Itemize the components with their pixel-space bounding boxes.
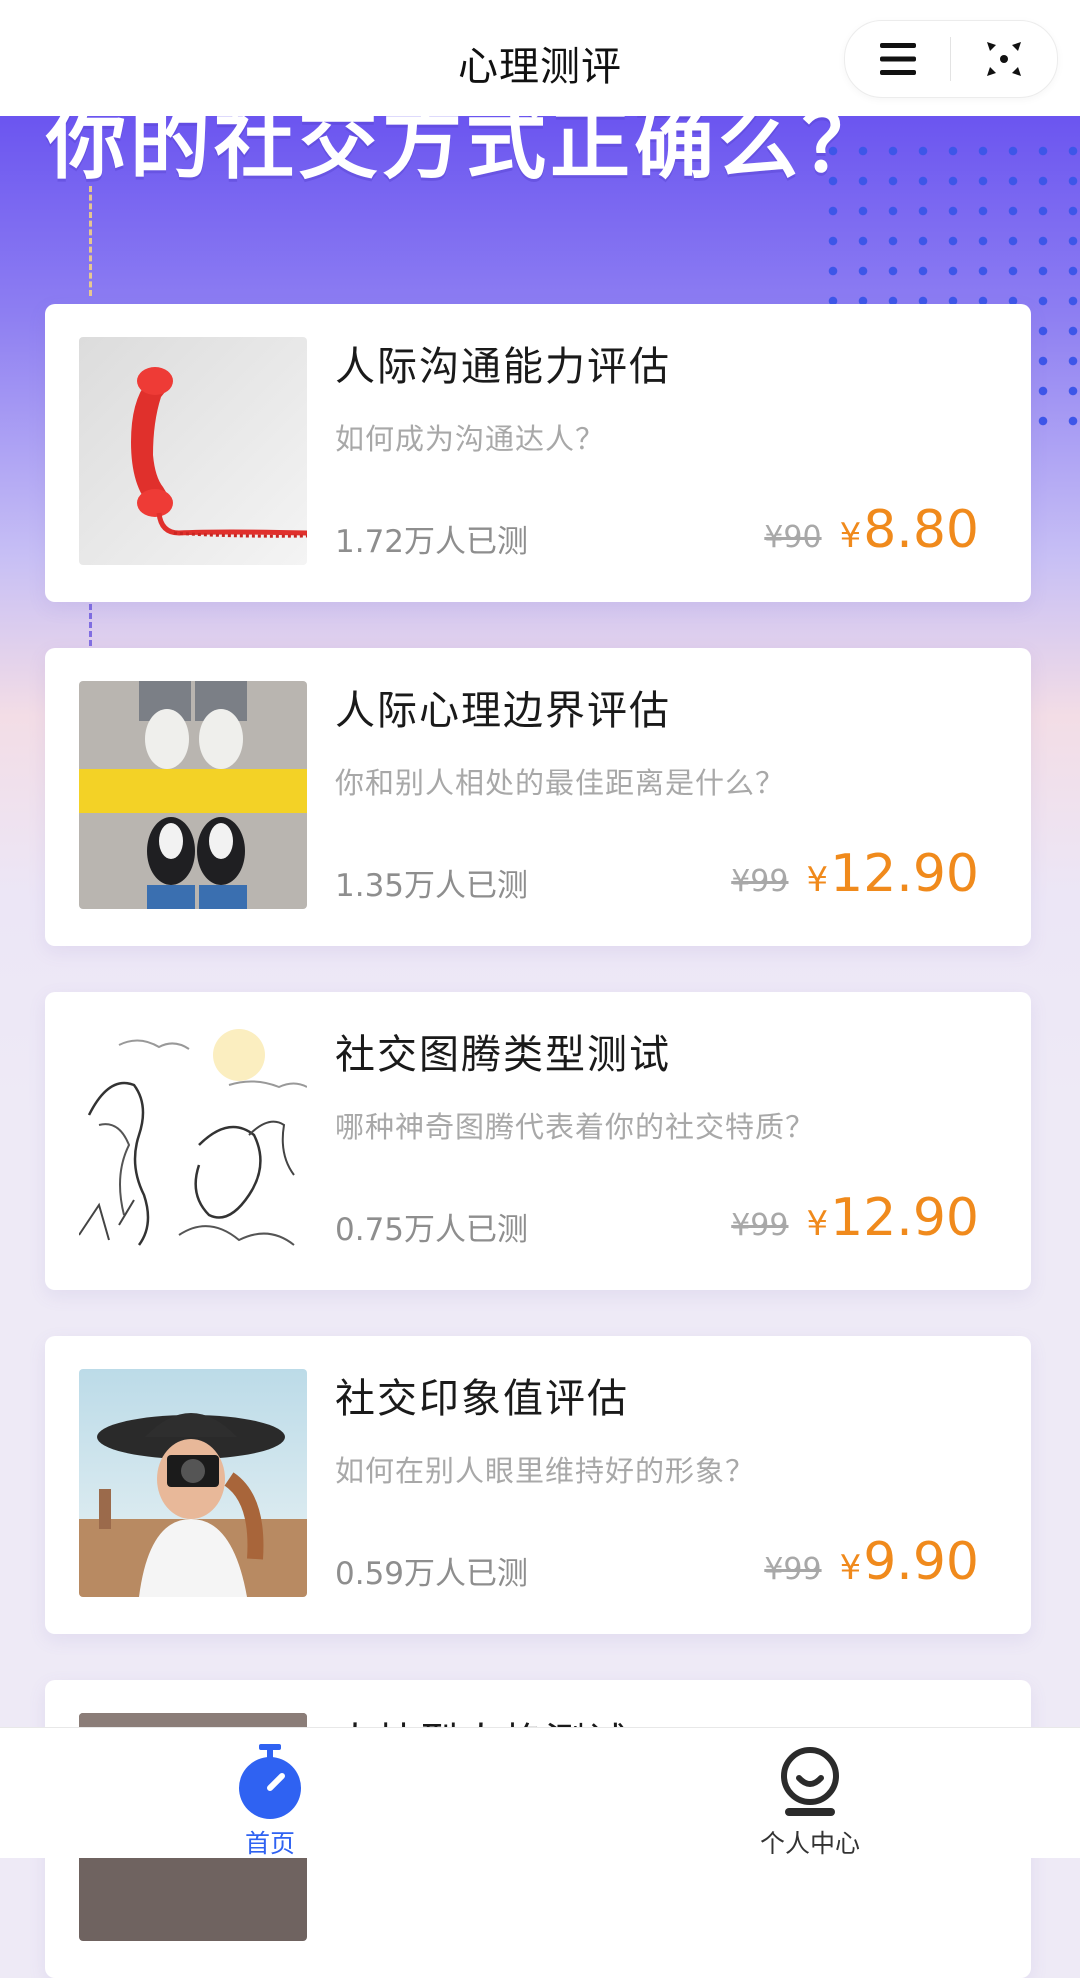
user-center-icon (781, 1747, 839, 1816)
close-target-icon (986, 42, 1021, 76)
hamburger-menu-icon (879, 43, 916, 75)
currency-symbol: ¥ (839, 1548, 862, 1588)
original-price: ¥99 (731, 1208, 789, 1243)
price-box: ¥90 ¥8.80 (764, 500, 979, 560)
card-subtitle: 你和别人相处的最佳距离是什么？ (335, 766, 786, 800)
top-nav-bar: 心理测评 (0, 0, 1080, 116)
sale-price-value: 8.80 (863, 500, 979, 560)
sale-price: ¥9.90 (840, 1532, 979, 1592)
card-title: 人际心理边界评估 (335, 688, 671, 734)
sale-price-value: 12.90 (830, 1188, 979, 1248)
card-image-woman-camera (79, 1369, 307, 1597)
card-title: 社交印象值评估 (335, 1376, 629, 1422)
mini-program-capsule (844, 20, 1058, 98)
currency-symbol: ¥ (839, 516, 862, 556)
sale-price: ¥12.90 (806, 844, 979, 904)
card-image-shoes (79, 681, 307, 909)
currency-symbol: ¥ (806, 1204, 829, 1244)
sale-price-value: 9.90 (863, 1532, 979, 1592)
tab-home[interactable]: 首页 (120, 1728, 420, 1858)
card-tested-count: 1.35万人已测 (335, 868, 529, 904)
close-button[interactable] (951, 21, 1056, 97)
price-box: ¥99 ¥9.90 (764, 1532, 979, 1592)
original-price: ¥90 (764, 520, 822, 555)
test-card[interactable]: 社交图腾类型测试 哪种神奇图腾代表着你的社交特质？ 0.75万人已测 ¥99 ¥… (45, 992, 1031, 1290)
test-card[interactable]: 人际沟通能力评估 如何成为沟通达人？ 1.72万人已测 ¥90 ¥8.80 (45, 304, 1031, 602)
card-subtitle: 如何成为沟通达人？ (335, 422, 606, 456)
card-subtitle: 哪种神奇图腾代表着你的社交特质？ (335, 1110, 816, 1144)
stopwatch-icon (239, 1744, 301, 1819)
original-price: ¥99 (764, 1552, 822, 1587)
tab-label: 个人中心 (759, 1829, 860, 1858)
card-tested-count: 1.72万人已测 (335, 524, 529, 560)
card-subtitle: 如何在别人眼里维持好的形象？ (335, 1454, 756, 1488)
menu-button[interactable] (845, 21, 950, 97)
card-image-dragon-phoenix (79, 1025, 307, 1253)
tab-user-center[interactable]: 个人中心 (660, 1728, 960, 1858)
test-card[interactable]: 社交印象值评估 如何在别人眼里维持好的形象？ 0.59万人已测 ¥99 ¥9.9… (45, 1336, 1031, 1634)
test-card[interactable]: 人际心理边界评估 你和别人相处的最佳距离是什么？ 1.35万人已测 ¥99 ¥1… (45, 648, 1031, 946)
card-tested-count: 0.59万人已测 (335, 1556, 529, 1592)
sale-price-value: 12.90 (830, 844, 979, 904)
card-title: 社交图腾类型测试 (335, 1032, 671, 1078)
card-tested-count: 0.75万人已测 (335, 1212, 529, 1248)
decorative-dashed-line (89, 186, 92, 296)
hero-title: 你的社交方式正确么？ (46, 97, 886, 190)
card-title: 人际沟通能力评估 (335, 344, 671, 390)
sale-price: ¥8.80 (840, 500, 979, 560)
tab-label: 首页 (244, 1829, 295, 1858)
original-price: ¥99 (731, 864, 789, 899)
currency-symbol: ¥ (806, 860, 829, 900)
card-image-telephone (79, 337, 307, 565)
price-box: ¥99 ¥12.90 (731, 1188, 979, 1248)
sale-price: ¥12.90 (806, 1188, 979, 1248)
bottom-tab-bar: 首页 个人中心 (0, 1727, 1080, 1858)
price-box: ¥99 ¥12.90 (731, 844, 979, 904)
